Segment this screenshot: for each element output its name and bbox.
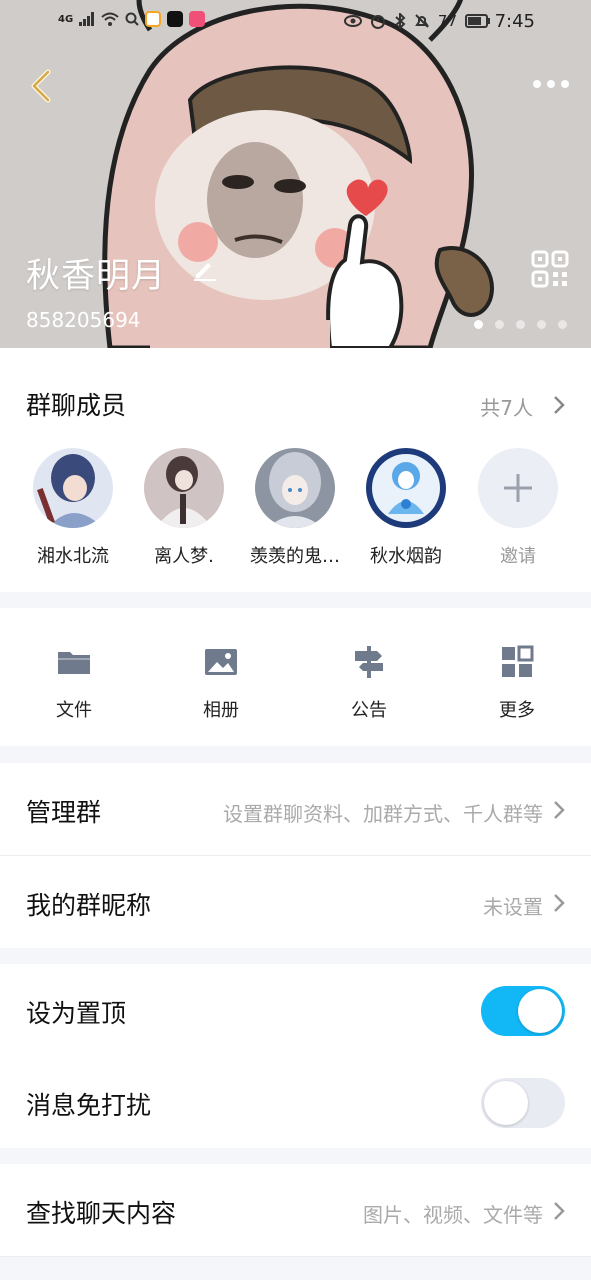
back-arrow-icon[interactable] — [24, 66, 60, 106]
avatar — [33, 448, 113, 528]
action-label: 公告 — [351, 700, 387, 721]
members-title: 群聊成员 — [26, 391, 127, 420]
files-action[interactable]: 文件 — [24, 644, 124, 722]
action-label: 更多 — [499, 700, 535, 721]
row-value: 设置群聊资料、加群方式、千人群等 — [223, 802, 543, 826]
member-item[interactable]: 离人梦. — [129, 448, 239, 568]
group-id: 858205694 — [26, 308, 141, 332]
avatar — [144, 448, 224, 528]
group-nickname-row[interactable]: 我的群昵称 未设置 — [0, 856, 591, 948]
invite-button[interactable]: 邀请 — [463, 448, 573, 568]
do-not-disturb-toggle[interactable] — [481, 1078, 565, 1128]
more-action[interactable]: 更多 — [467, 644, 567, 722]
wifi-icon — [101, 12, 119, 26]
action-label: 文件 — [56, 700, 92, 721]
pin-top-row: 设为置顶 — [0, 964, 591, 1056]
row-label: 消息免打扰 — [26, 1091, 152, 1120]
member-item[interactable]: 羡羡的鬼… — [240, 448, 350, 568]
toggle-knob — [484, 1081, 528, 1125]
eye-icon — [343, 15, 362, 27]
page-dot — [516, 320, 525, 329]
manage-group-row[interactable]: 管理群 设置群聊资料、加群方式、千人群等 — [0, 763, 591, 855]
member-name: 湘水北流 — [37, 546, 109, 567]
alarm-icon — [370, 15, 385, 29]
avatar — [255, 448, 335, 528]
bluetooth-icon — [395, 13, 406, 29]
qr-code-icon[interactable] — [531, 250, 569, 288]
action-label: 相册 — [203, 700, 239, 721]
invite-circle — [478, 448, 558, 528]
group-profile-page: 4G 77 7:45 秋香明月 858205694 群聊成员 共7人 湘水北流 … — [0, 0, 591, 1280]
app-notification-icon — [145, 11, 162, 27]
more-options-button[interactable] — [529, 72, 573, 96]
signal-icon — [79, 12, 95, 26]
member-name: 羡羡的鬼… — [250, 546, 340, 567]
member-item[interactable]: 湘水北流 — [18, 448, 128, 568]
search-chat-row[interactable]: 查找聊天内容 图片、视频、文件等 — [0, 1164, 591, 1256]
tiktok-icon — [167, 11, 184, 27]
member-count[interactable]: 共7人 — [480, 392, 533, 421]
row-label: 查找聊天内容 — [26, 1199, 177, 1228]
row-value: 图片、视频、文件等 — [363, 1203, 543, 1227]
clock: 7:45 — [494, 11, 535, 32]
do-not-disturb-row: 消息免打扰 — [0, 1056, 591, 1148]
row-label: 设为置顶 — [26, 999, 127, 1028]
member-item[interactable]: 秋水烟韵 — [351, 448, 461, 568]
chevron-right-icon — [554, 1202, 565, 1220]
member-name: 秋水烟韵 — [370, 546, 442, 567]
announcement-action[interactable]: 公告 — [319, 644, 419, 722]
battery-percent: 77 — [437, 12, 457, 30]
network-label: 4G — [58, 13, 74, 25]
more-dot — [547, 80, 555, 88]
page-dot — [558, 320, 567, 329]
more-dot — [561, 80, 569, 88]
pin-top-toggle[interactable] — [481, 986, 565, 1036]
group-members-section: 群聊成员 共7人 湘水北流 离人梦. 羡羡的鬼… 秋水烟韵 邀请 — [0, 348, 591, 592]
row-label: 我的群昵称 — [26, 891, 152, 920]
folder-icon — [58, 652, 90, 674]
mute-bell-icon — [415, 14, 429, 28]
battery-icon — [465, 14, 490, 28]
chevron-right-icon[interactable] — [553, 395, 565, 415]
cover-page-indicator — [474, 320, 567, 329]
signpost-icon — [355, 646, 383, 678]
page-dot — [474, 320, 483, 329]
chevron-right-icon — [554, 894, 565, 912]
quick-actions: 文件 相册 公告 更多 — [0, 608, 591, 746]
edit-pencil-icon[interactable] — [192, 255, 218, 281]
divider — [0, 1256, 591, 1257]
grid-icon — [502, 645, 534, 677]
music-app-icon — [189, 11, 206, 27]
image-icon — [205, 649, 237, 675]
row-value: 未设置 — [483, 895, 543, 919]
page-dot — [495, 320, 504, 329]
invite-label: 邀请 — [500, 546, 536, 567]
toggle-knob — [518, 989, 562, 1033]
member-name: 离人梦. — [154, 546, 214, 567]
plus-icon — [504, 474, 532, 502]
group-name: 秋香明月 — [26, 256, 166, 296]
chevron-right-icon — [554, 801, 565, 819]
row-label: 管理群 — [26, 798, 102, 827]
more-dot — [533, 80, 541, 88]
group-cover: 4G 77 7:45 秋香明月 858205694 — [0, 0, 591, 348]
page-dot — [537, 320, 546, 329]
search-icon — [125, 12, 139, 26]
avatar — [366, 448, 446, 528]
album-action[interactable]: 相册 — [171, 644, 271, 722]
status-bar: 4G 77 7:45 — [0, 0, 591, 44]
